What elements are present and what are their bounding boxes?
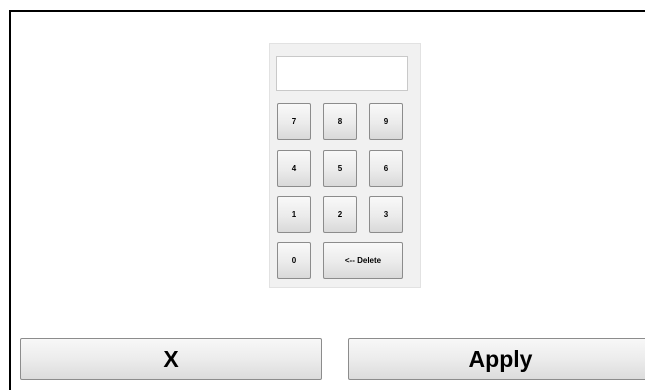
key-2-button[interactable]: 2	[323, 196, 357, 233]
numeric-keypad: 7 8 9 4 5 6 1 2 3 0 <-- Delete	[269, 43, 421, 288]
key-7-button[interactable]: 7	[277, 103, 311, 140]
key-9-button[interactable]: 9	[369, 103, 403, 140]
key-1-button[interactable]: 1	[277, 196, 311, 233]
key-3-button[interactable]: 3	[369, 196, 403, 233]
key-4-button[interactable]: 4	[277, 150, 311, 187]
key-8-button[interactable]: 8	[323, 103, 357, 140]
apply-button[interactable]: Apply	[348, 338, 645, 380]
key-5-button[interactable]: 5	[323, 150, 357, 187]
key-0-button[interactable]: 0	[277, 242, 311, 279]
delete-button[interactable]: <-- Delete	[323, 242, 403, 279]
keypad-display-field[interactable]	[276, 56, 408, 91]
cancel-button[interactable]: X	[20, 338, 322, 380]
key-6-button[interactable]: 6	[369, 150, 403, 187]
